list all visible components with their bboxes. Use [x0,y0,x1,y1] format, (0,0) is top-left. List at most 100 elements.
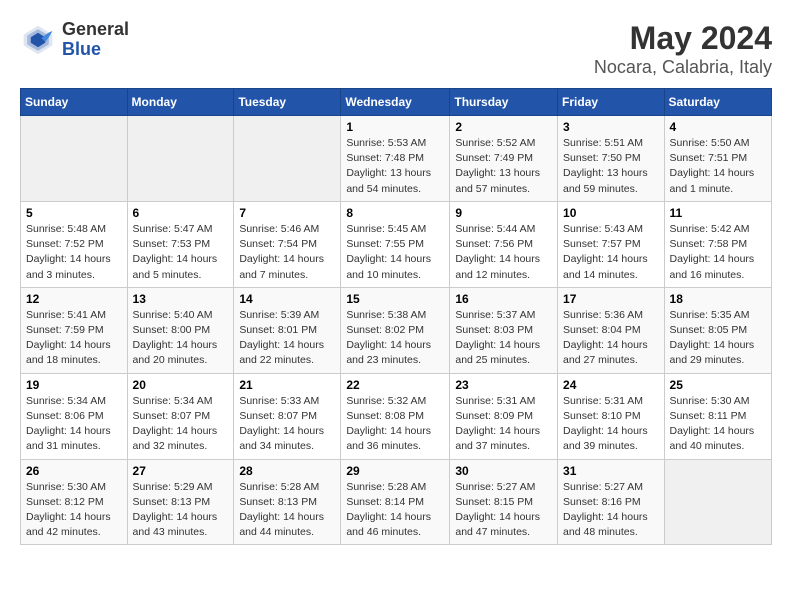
days-header-row: SundayMondayTuesdayWednesdayThursdayFrid… [21,89,772,116]
calendar-cell [234,116,341,202]
day-info: Sunrise: 5:28 AMSunset: 8:13 PMDaylight:… [239,481,324,539]
day-info: Sunrise: 5:35 AMSunset: 8:05 PMDaylight:… [670,309,755,367]
week-row-3: 12 Sunrise: 5:41 AMSunset: 7:59 PMDayligh… [21,287,772,373]
day-number: 11 [670,206,766,220]
day-info: Sunrise: 5:38 AMSunset: 8:02 PMDaylight:… [346,309,431,367]
calendar-cell: 27Sunrise: 5:29 AMSunset: 8:13 PMDayligh… [127,459,234,545]
day-number: 16 [455,292,552,306]
day-number: 12 [26,292,122,306]
day-number: 18 [670,292,766,306]
day-number: 10 [563,206,659,220]
day-number: 24 [563,378,659,392]
calendar-cell [664,459,771,545]
day-info: Sunrise: 5:50 AMSunset: 7:51 PMDaylight:… [670,137,755,195]
page-header: General Blue May 2024 Nocara, Calabria, … [20,20,772,78]
calendar-cell: 3 Sunrise: 5:51 AMSunset: 7:50 PMDaylight… [558,116,665,202]
day-number: 6 [133,206,229,220]
calendar-cell: 18 Sunrise: 5:35 AMSunset: 8:05 PMDayligh… [664,287,771,373]
logo-icon [20,22,56,58]
calendar-table: SundayMondayTuesdayWednesdayThursdayFrid… [20,88,772,545]
day-number: 29 [346,464,444,478]
calendar-cell: 7 Sunrise: 5:46 AMSunset: 7:54 PMDaylight… [234,201,341,287]
day-header-wednesday: Wednesday [341,89,450,116]
day-info: Sunrise: 5:30 AMSunset: 8:11 PMDaylight:… [670,395,755,453]
calendar-cell: 14 Sunrise: 5:39 AMSunset: 8:01 PMDayligh… [234,287,341,373]
day-number: 22 [346,378,444,392]
day-info: Sunrise: 5:48 AMSunset: 7:52 PMDaylight:… [26,223,111,281]
calendar-cell: 20 Sunrise: 5:34 AMSunset: 8:07 PMDayligh… [127,373,234,459]
day-info: Sunrise: 5:27 AMSunset: 8:16 PMDaylight:… [563,481,648,539]
day-info: Sunrise: 5:29 AMSunset: 8:13 PMDaylight:… [133,481,218,539]
calendar-cell: 19 Sunrise: 5:34 AMSunset: 8:06 PMDayligh… [21,373,128,459]
calendar-cell: 10 Sunrise: 5:43 AMSunset: 7:57 PMDayligh… [558,201,665,287]
day-info: Sunrise: 5:34 AMSunset: 8:07 PMDaylight:… [133,395,218,453]
calendar-cell: 17 Sunrise: 5:36 AMSunset: 8:04 PMDayligh… [558,287,665,373]
calendar-cell: 11Sunrise: 5:42 AMSunset: 7:58 PMDayligh… [664,201,771,287]
day-number: 19 [26,378,122,392]
day-number: 20 [133,378,229,392]
calendar-cell: 31 Sunrise: 5:27 AMSunset: 8:16 PMDayligh… [558,459,665,545]
day-number: 2 [455,120,552,134]
calendar-cell [127,116,234,202]
day-number: 31 [563,464,659,478]
calendar-cell: 5 Sunrise: 5:48 AMSunset: 7:52 PMDaylight… [21,201,128,287]
logo: General Blue [20,20,129,60]
week-row-2: 5 Sunrise: 5:48 AMSunset: 7:52 PMDaylight… [21,201,772,287]
day-info: Sunrise: 5:34 AMSunset: 8:06 PMDaylight:… [26,395,111,453]
day-number: 23 [455,378,552,392]
day-header-tuesday: Tuesday [234,89,341,116]
day-header-friday: Friday [558,89,665,116]
day-info: Sunrise: 5:37 AMSunset: 8:03 PMDaylight:… [455,309,540,367]
calendar-cell: 4 Sunrise: 5:50 AMSunset: 7:51 PMDaylight… [664,116,771,202]
week-row-5: 26Sunrise: 5:30 AMSunset: 8:12 PMDayligh… [21,459,772,545]
day-info: Sunrise: 5:31 AMSunset: 8:10 PMDaylight:… [563,395,648,453]
day-number: 5 [26,206,122,220]
calendar-cell: 9 Sunrise: 5:44 AMSunset: 7:56 PMDaylight… [450,201,558,287]
day-info: Sunrise: 5:40 AMSunset: 8:00 PMDaylight:… [133,309,218,367]
calendar-cell: 6 Sunrise: 5:47 AMSunset: 7:53 PMDaylight… [127,201,234,287]
day-number: 1 [346,120,444,134]
day-header-monday: Monday [127,89,234,116]
calendar-cell: 23 Sunrise: 5:31 AMSunset: 8:09 PMDayligh… [450,373,558,459]
title-block: May 2024 Nocara, Calabria, Italy [594,20,772,78]
day-info: Sunrise: 5:33 AMSunset: 8:07 PMDaylight:… [239,395,324,453]
calendar-cell: 25 Sunrise: 5:30 AMSunset: 8:11 PMDayligh… [664,373,771,459]
calendar-cell: 2 Sunrise: 5:52 AMSunset: 7:49 PMDaylight… [450,116,558,202]
day-info: Sunrise: 5:27 AMSunset: 8:15 PMDaylight:… [455,481,540,539]
day-info: Sunrise: 5:31 AMSunset: 8:09 PMDaylight:… [455,395,540,453]
day-number: 13 [133,292,229,306]
day-info: Sunrise: 5:51 AMSunset: 7:50 PMDaylight:… [563,137,648,195]
day-info: Sunrise: 5:53 AMSunset: 7:48 PMDaylight:… [346,137,431,195]
day-number: 21 [239,378,335,392]
day-info: Sunrise: 5:43 AMSunset: 7:57 PMDaylight:… [563,223,648,281]
day-info: Sunrise: 5:36 AMSunset: 8:04 PMDaylight:… [563,309,648,367]
day-info: Sunrise: 5:45 AMSunset: 7:55 PMDaylight:… [346,223,431,281]
day-info: Sunrise: 5:46 AMSunset: 7:54 PMDaylight:… [239,223,324,281]
day-number: 30 [455,464,552,478]
day-info: Sunrise: 5:32 AMSunset: 8:08 PMDaylight:… [346,395,431,453]
day-info: Sunrise: 5:47 AMSunset: 7:53 PMDaylight:… [133,223,218,281]
calendar-cell: 12 Sunrise: 5:41 AMSunset: 7:59 PMDayligh… [21,287,128,373]
day-number: 9 [455,206,552,220]
calendar-cell: 22 Sunrise: 5:32 AMSunset: 8:08 PMDayligh… [341,373,450,459]
day-number: 7 [239,206,335,220]
page-title: May 2024 [594,20,772,57]
calendar-cell: 24 Sunrise: 5:31 AMSunset: 8:10 PMDayligh… [558,373,665,459]
calendar-cell: 30 Sunrise: 5:27 AMSunset: 8:15 PMDayligh… [450,459,558,545]
day-info: Sunrise: 5:41 AMSunset: 7:59 PMDaylight:… [26,309,111,367]
day-number: 3 [563,120,659,134]
day-number: 14 [239,292,335,306]
day-info: Sunrise: 5:52 AMSunset: 7:49 PMDaylight:… [455,137,540,195]
day-header-sunday: Sunday [21,89,128,116]
day-info: Sunrise: 5:39 AMSunset: 8:01 PMDaylight:… [239,309,324,367]
calendar-cell: 21 Sunrise: 5:33 AMSunset: 8:07 PMDayligh… [234,373,341,459]
day-info: Sunrise: 5:44 AMSunset: 7:56 PMDaylight:… [455,223,540,281]
day-number: 4 [670,120,766,134]
calendar-cell: 1 Sunrise: 5:53 AMSunset: 7:48 PMDaylight… [341,116,450,202]
week-row-1: 1 Sunrise: 5:53 AMSunset: 7:48 PMDaylight… [21,116,772,202]
calendar-cell: 26Sunrise: 5:30 AMSunset: 8:12 PMDayligh… [21,459,128,545]
calendar-cell: 13 Sunrise: 5:40 AMSunset: 8:00 PMDayligh… [127,287,234,373]
day-number: 25 [670,378,766,392]
day-number: 17 [563,292,659,306]
day-number: 26 [26,464,122,478]
